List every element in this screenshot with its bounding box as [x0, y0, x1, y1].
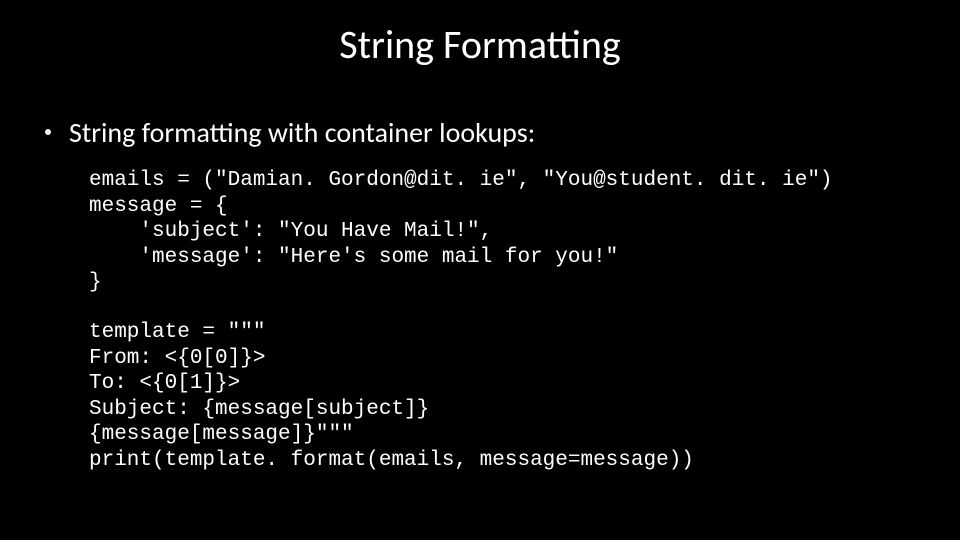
bullet-icon [45, 129, 51, 135]
slide-body: String formatting with container lookups… [45, 115, 915, 474]
code-block-1: emails = ("Damian. Gordon@dit. ie", "You… [89, 168, 915, 296]
bullet-text: String formatting with container lookups… [69, 115, 915, 150]
slide: String Formatting String formatting with… [0, 0, 960, 540]
code-block-2: template = """ From: <{0[0]}> To: <{0[1]… [89, 320, 915, 474]
bullet-item: String formatting with container lookups… [45, 115, 915, 150]
slide-title: String Formatting [0, 20, 960, 69]
